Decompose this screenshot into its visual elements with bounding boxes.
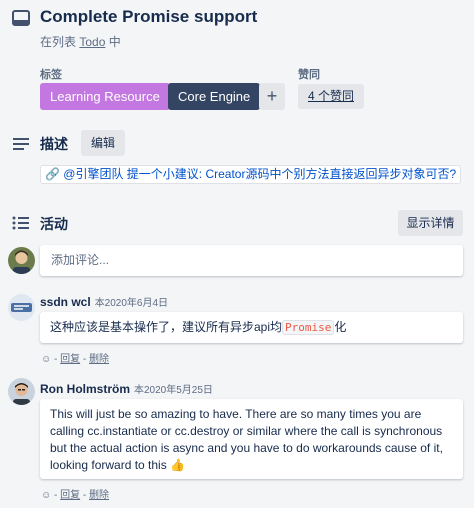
comment-date[interactable]: 本2020年5月25日 (134, 385, 213, 396)
labels-heading: 标签 (40, 69, 62, 81)
comment-author[interactable]: ssdn wcl 本2020年6月4日 (40, 294, 168, 309)
comment-body: 这种应该是基本操作了，建议所有异步api均 Promise 化 (40, 312, 463, 343)
votes-heading: 赞同 (298, 69, 320, 81)
card-list-location: 在列表 Todo 中 (40, 33, 121, 50)
reply-link[interactable]: 回复 (60, 354, 80, 365)
add-label-button[interactable]: + (259, 83, 285, 110)
delete-link[interactable]: 删除 (89, 354, 109, 365)
description-icon (13, 138, 29, 150)
comment-author-name[interactable]: Ron Holmström (40, 382, 130, 396)
comment-text: 这种应该是基本操作了，建议所有异步api均 (50, 320, 283, 334)
inline-code: Promise (282, 320, 335, 335)
card-icon (12, 10, 30, 26)
activity-icon (12, 216, 29, 230)
comment-author[interactable]: Ron Holmström 本2020年5月25日 (40, 381, 213, 396)
in-list-prefix: 在列表 (40, 35, 77, 49)
comment-avatar-ron (8, 378, 35, 405)
reply-link[interactable]: 回复 (60, 490, 80, 501)
comment-author-name[interactable]: ssdn wcl (40, 295, 91, 309)
comment-text-end: 化 (334, 320, 347, 334)
list-name-link[interactable]: Todo (79, 35, 105, 49)
add-reaction-icon[interactable]: ☺ (41, 354, 51, 365)
comment-actions: ☺ - 回复 - 删除 (41, 354, 110, 365)
edit-description-button[interactable]: 编辑 (81, 130, 125, 156)
description-link[interactable]: 🔗 @引擎团队 提一个小建议: Creator源码中个别方法直接返回异步对象可否… (40, 165, 462, 184)
label-core-engine[interactable]: Core Engine (168, 83, 261, 110)
card-title[interactable]: Complete Promise support (40, 7, 257, 27)
current-user-avatar (8, 247, 35, 274)
comment-date[interactable]: 本2020年6月4日 (95, 298, 168, 309)
comment-actions: ☺ - 回复 - 删除 (41, 490, 110, 501)
add-reaction-icon[interactable]: ☺ (41, 490, 51, 501)
label-learning-resource[interactable]: Learning Resource (40, 83, 170, 110)
in-list-suffix: 中 (108, 35, 121, 49)
show-details-button[interactable]: 显示详情 (398, 210, 463, 236)
comment-body: This will just be so amazing to have. Th… (40, 399, 463, 479)
comment-avatar-ssdn (8, 294, 35, 321)
add-comment-input[interactable]: 添加评论... (40, 245, 463, 276)
delete-link[interactable]: 删除 (89, 490, 109, 501)
activity-heading: 活动 (40, 216, 68, 232)
votes-button[interactable]: 4 个赞同 (298, 84, 365, 109)
description-heading: 描述 (40, 136, 68, 152)
